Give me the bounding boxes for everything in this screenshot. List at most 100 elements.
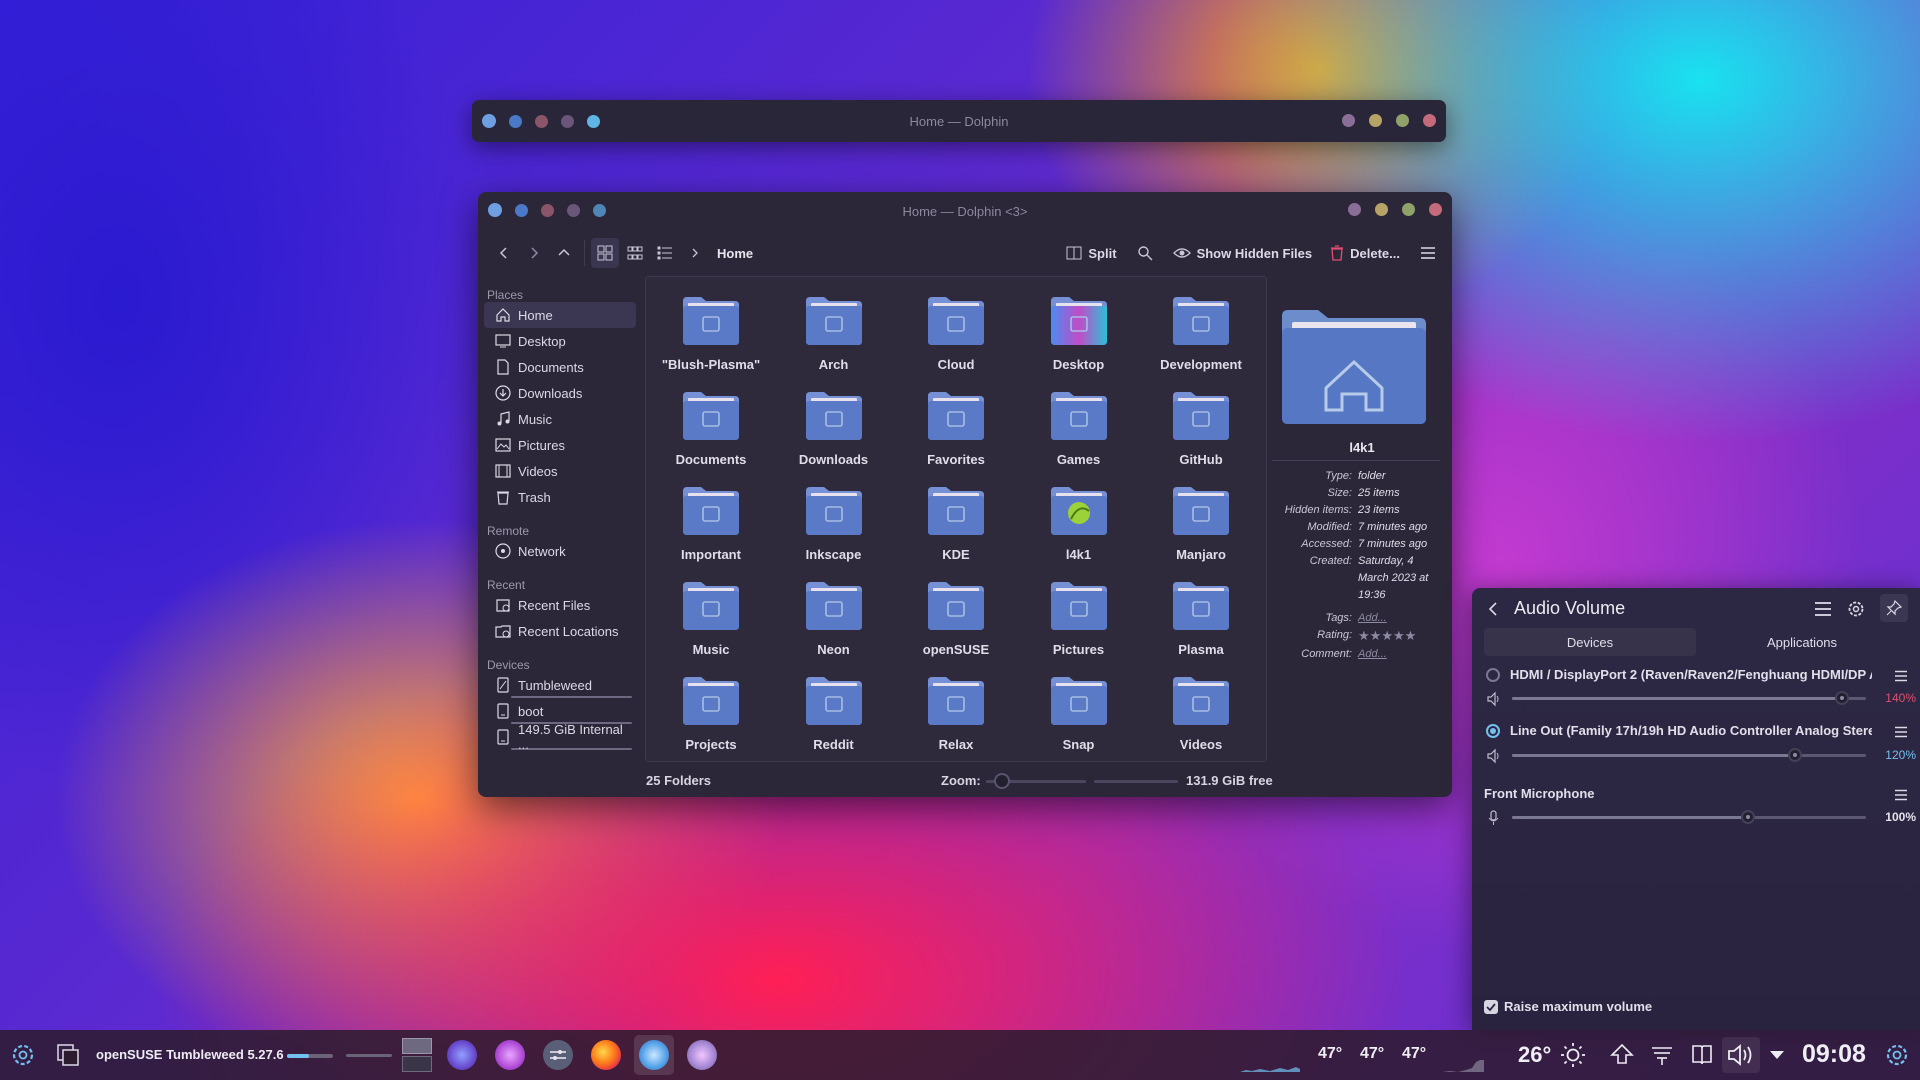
folder-item[interactable]: Relax	[895, 661, 1017, 753]
volume-slider-handle[interactable]	[1788, 748, 1803, 762]
raise-max-volume-checkbox[interactable]: Raise maximum volume	[1484, 999, 1652, 1014]
weather-temp[interactable]: 26°	[1518, 1042, 1551, 1068]
sidebar-item-videos[interactable]: Videos	[484, 458, 636, 484]
gpu-temp[interactable]: 47°	[1360, 1045, 1384, 1063]
folder-item[interactable]: Downloads	[773, 376, 895, 468]
sidebar-item-recent-files[interactable]: Recent Files	[484, 592, 636, 618]
folder-item[interactable]: Documents	[650, 376, 772, 468]
microphone-menu-button[interactable]	[1894, 786, 1908, 804]
device-menu-button[interactable]	[1894, 667, 1908, 685]
folder-item[interactable]: Snap	[1018, 661, 1140, 753]
sidebar-item-recent-locations[interactable]: Recent Locations	[484, 618, 636, 644]
tab-applications[interactable]: Applications	[1696, 628, 1908, 656]
file-view[interactable]: "Blush-Plasma" Arch Cloud Desktop Developmen…	[645, 276, 1267, 762]
title-bar[interactable]: Home — Dolphin <3>	[478, 192, 1452, 228]
sidebar-item-trash[interactable]: Trash	[484, 484, 636, 510]
sidebar-item-network[interactable]: Network	[484, 538, 636, 564]
keep-above-button[interactable]	[515, 203, 528, 217]
pin-button[interactable]	[535, 114, 548, 128]
cpu-temp[interactable]: 47°	[1318, 1045, 1342, 1063]
folder-item[interactable]: Games	[1018, 376, 1140, 468]
mute-button[interactable]	[1486, 747, 1502, 765]
maximize-button[interactable]	[1369, 114, 1382, 127]
folder-item[interactable]: Music	[650, 566, 772, 658]
rating-stars[interactable]: ★★★★★	[1358, 627, 1442, 646]
tags-add-link[interactable]: Add...	[1358, 610, 1442, 627]
split-button[interactable]: Split	[1062, 238, 1120, 268]
sidebar-item-pictures[interactable]: Pictures	[484, 432, 636, 458]
menu-button[interactable]	[1814, 600, 1832, 618]
sidebar-item-downloads[interactable]: Downloads	[484, 380, 636, 406]
pin-button[interactable]	[541, 203, 554, 217]
folder-item[interactable]: Reddit	[773, 661, 895, 753]
pin-button[interactable]	[1880, 594, 1908, 622]
star-icon[interactable]: ★	[1370, 628, 1382, 643]
taskbar-app-discover[interactable]	[490, 1035, 530, 1075]
sidebar-item-desktop[interactable]: Desktop	[484, 328, 636, 354]
star-icon[interactable]: ★	[1381, 628, 1393, 643]
delete-button[interactable]: Delete...	[1326, 238, 1404, 268]
sidebar-item-boot[interactable]: boot	[484, 698, 636, 724]
compact-view-button[interactable]	[621, 238, 649, 268]
folder-item[interactable]: Favorites	[895, 376, 1017, 468]
folder-item[interactable]: l4k1	[1018, 471, 1140, 563]
breadcrumb-home[interactable]: Home	[711, 238, 759, 268]
sidebar-item-tumbleweed[interactable]: Tumbleweed	[484, 672, 636, 698]
panel-settings-button[interactable]	[1884, 1042, 1910, 1068]
tab-devices[interactable]: Devices	[1484, 628, 1696, 656]
taskbar-app-settings[interactable]	[538, 1035, 578, 1075]
folder-item[interactable]: Manjaro	[1140, 471, 1262, 563]
back-button[interactable]	[1486, 600, 1500, 618]
shade-button[interactable]	[567, 203, 580, 217]
folder-item[interactable]: "Blush-Plasma"	[650, 281, 772, 373]
dolphin-window[interactable]: Home — Dolphin <3> Home Split Show Hidde…	[478, 192, 1452, 797]
taskbar-app-system-monitor[interactable]	[682, 1035, 722, 1075]
device-radio[interactable]	[1486, 668, 1500, 682]
restore-button[interactable]	[1396, 114, 1409, 127]
device-radio[interactable]	[1486, 724, 1500, 738]
icons-view-button[interactable]	[591, 238, 619, 268]
folder-item[interactable]: Arch	[773, 281, 895, 373]
clipboard-button[interactable]	[1690, 1043, 1714, 1067]
device-menu-button[interactable]	[1894, 723, 1908, 741]
tray-expander-button[interactable]	[1768, 1046, 1786, 1064]
volume-slider-handle[interactable]	[1835, 691, 1850, 705]
mic-mute-button[interactable]	[1486, 809, 1502, 827]
sidebar-item-internal-drive[interactable]: 149.5 GiB Internal ...	[484, 722, 636, 752]
folder-item[interactable]: Plasma	[1140, 566, 1262, 658]
folder-item[interactable]: Development	[1140, 281, 1262, 373]
folder-item[interactable]: openSUSE	[895, 566, 1017, 658]
folder-item[interactable]: Important	[650, 471, 772, 563]
folder-item[interactable]: Inkscape	[773, 471, 895, 563]
network-button[interactable]	[1650, 1043, 1674, 1067]
app-icon[interactable]	[488, 203, 502, 217]
search-button[interactable]	[1131, 238, 1159, 268]
updates-button[interactable]	[1610, 1043, 1634, 1067]
details-view-button[interactable]	[651, 238, 679, 268]
folder-item[interactable]: KDE	[895, 471, 1017, 563]
microphone-slider-handle[interactable]	[1741, 810, 1755, 824]
application-launcher[interactable]	[10, 1042, 36, 1068]
folder-item[interactable]: Videos	[1140, 661, 1262, 753]
system-temp[interactable]: 47°	[1402, 1045, 1426, 1063]
sidebar-item-documents[interactable]: Documents	[484, 354, 636, 380]
back-button[interactable]	[490, 238, 518, 268]
minimize-button[interactable]	[1342, 114, 1355, 127]
help-button[interactable]	[593, 203, 606, 217]
zoom-slider[interactable]	[986, 773, 1086, 789]
volume-slider[interactable]	[1512, 691, 1866, 705]
taskbar-app-firefox[interactable]	[586, 1035, 626, 1075]
folder-item[interactable]: GitHub	[1140, 376, 1262, 468]
volume-slider[interactable]	[1512, 748, 1866, 762]
show-desktop-button[interactable]	[56, 1043, 80, 1067]
taskbar-app-system-settings[interactable]	[442, 1035, 482, 1075]
folder-item[interactable]: Desktop	[1018, 281, 1140, 373]
mute-button[interactable]	[1486, 690, 1502, 708]
close-button[interactable]	[1429, 203, 1442, 216]
digital-clock[interactable]: 09:08	[1802, 1040, 1866, 1069]
folder-item[interactable]: Neon	[773, 566, 895, 658]
app-icon[interactable]	[482, 114, 496, 128]
volume-button[interactable]	[1722, 1037, 1760, 1073]
weather-button[interactable]	[1560, 1042, 1586, 1068]
star-icon[interactable]: ★	[1393, 628, 1405, 643]
